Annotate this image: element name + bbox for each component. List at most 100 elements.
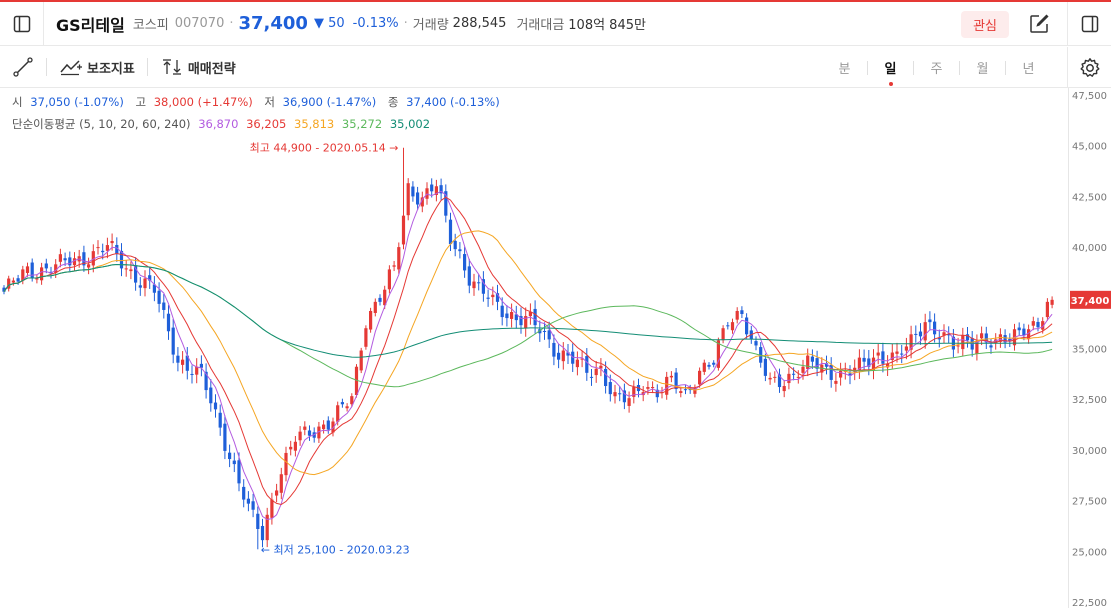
- candle-body: [754, 341, 758, 346]
- candle-body: [585, 356, 589, 373]
- candle-body: [792, 373, 796, 375]
- y-tick-label: 35,000: [1072, 345, 1107, 356]
- candle-body: [251, 501, 255, 510]
- candle-body: [665, 376, 669, 395]
- candle-body: [881, 351, 885, 364]
- candle-body: [486, 297, 490, 299]
- candle-body: [918, 331, 923, 337]
- candle-body: [745, 317, 749, 335]
- candle-body: [1036, 321, 1040, 328]
- candle-body: [298, 431, 302, 441]
- candle-body: [16, 278, 20, 282]
- strategy-button[interactable]: 매매전략: [160, 58, 236, 77]
- candle-body: [223, 423, 227, 451]
- candle-body: [401, 215, 406, 245]
- candle-body: [364, 328, 368, 347]
- candle-body: [228, 452, 232, 460]
- edit-icon: [1030, 14, 1049, 33]
- sidebar-toggle-button[interactable]: [0, 1, 44, 46]
- candle-body: [763, 358, 767, 376]
- side-panel-button[interactable]: [1067, 2, 1111, 46]
- current-price: 37,400: [238, 13, 308, 34]
- candle-body: [712, 362, 716, 365]
- candle-body: [237, 460, 241, 484]
- candle-body: [561, 350, 565, 362]
- candle-body: [796, 376, 800, 378]
- candle-body: [651, 387, 655, 389]
- volume-label: 거래량: [412, 18, 449, 33]
- candle-body: [430, 184, 434, 192]
- candle-body: [575, 359, 579, 368]
- candle-body: [956, 345, 960, 347]
- strategy-label: 매매전략: [187, 61, 236, 77]
- candle-body: [453, 240, 457, 250]
- candle-body: [416, 192, 420, 205]
- indicator-button[interactable]: 보조지표: [59, 58, 135, 77]
- indicator-label: 보조지표: [87, 61, 135, 77]
- candle-body: [345, 406, 349, 409]
- candle-body: [810, 356, 814, 362]
- candle-body: [129, 269, 133, 272]
- stock-code: 007070: [174, 16, 225, 31]
- separator-dot: ·: [403, 16, 408, 31]
- y-tick-label: 47,500: [1072, 91, 1107, 102]
- amount-value: 108억 845만: [568, 18, 646, 33]
- market-label: 코스피: [132, 18, 169, 33]
- period-week-tab[interactable]: 주: [914, 58, 959, 77]
- candle-body: [669, 375, 673, 378]
- candle-body: [143, 278, 147, 289]
- drawing-tool-button[interactable]: [12, 56, 34, 78]
- candle-body: [735, 310, 739, 320]
- candle-body: [904, 346, 908, 351]
- y-tick-label: 32,500: [1072, 395, 1107, 406]
- candle-body: [40, 267, 44, 281]
- price-change-pct: -0.13%: [352, 16, 399, 31]
- y-tick-label: 30,000: [1072, 446, 1107, 457]
- candle-body: [87, 264, 91, 268]
- candle-body: [448, 219, 453, 245]
- period-month-tab[interactable]: 월: [960, 58, 1005, 77]
- candle-body: [491, 294, 495, 298]
- gear-icon: [1080, 57, 1099, 77]
- candle-body: [275, 490, 279, 496]
- candle-body: [340, 402, 344, 405]
- candle-body: [707, 364, 711, 367]
- candlestick-chart[interactable]: 47,50045,00042,50040,00037,50035,00032,5…: [0, 88, 1111, 608]
- candle-body: [171, 327, 175, 355]
- candle-body: [463, 254, 467, 271]
- y-tick-label: 42,500: [1072, 192, 1107, 203]
- candle-body: [989, 345, 993, 348]
- candle-body: [683, 389, 688, 391]
- period-year-tab[interactable]: 년: [1006, 58, 1051, 77]
- candle-body: [500, 305, 504, 318]
- period-minute-tab[interactable]: 분: [822, 58, 867, 77]
- price-change: ▼ 50: [313, 16, 345, 31]
- candle-body: [378, 297, 382, 302]
- period-day-tab[interactable]: 일: [868, 58, 913, 86]
- candle-body: [472, 281, 476, 289]
- candle-body: [279, 474, 283, 493]
- candle-body: [740, 310, 744, 315]
- candle-body: [618, 393, 622, 395]
- candle-body: [213, 402, 218, 410]
- candle-body: [373, 301, 377, 313]
- candle-body: [467, 266, 471, 286]
- candle-body: [105, 245, 109, 251]
- chart-area[interactable]: 시 37,050 (-1.07%) 고 38,000 (+1.47%) 저 36…: [0, 88, 1111, 608]
- chart-settings-button[interactable]: [1067, 47, 1111, 88]
- candle-body: [923, 322, 927, 341]
- candle-body: [698, 370, 702, 385]
- candle-body: [63, 258, 67, 261]
- candle-body: [533, 308, 537, 326]
- candle-body: [1045, 301, 1049, 318]
- candle-body: [458, 249, 462, 252]
- candle-body: [961, 335, 965, 350]
- y-tick-label: 40,000: [1072, 243, 1107, 254]
- stock-header: GS리테일 코스피 007070 · 37,400 ▼ 50 -0.13% · …: [0, 1, 1111, 46]
- edit-button[interactable]: [1027, 12, 1051, 36]
- candle-body: [326, 420, 330, 430]
- toolbar-divider: [46, 58, 47, 76]
- candle-body: [806, 355, 810, 370]
- watchlist-button[interactable]: 관심: [961, 10, 1009, 38]
- candle-body: [369, 310, 373, 330]
